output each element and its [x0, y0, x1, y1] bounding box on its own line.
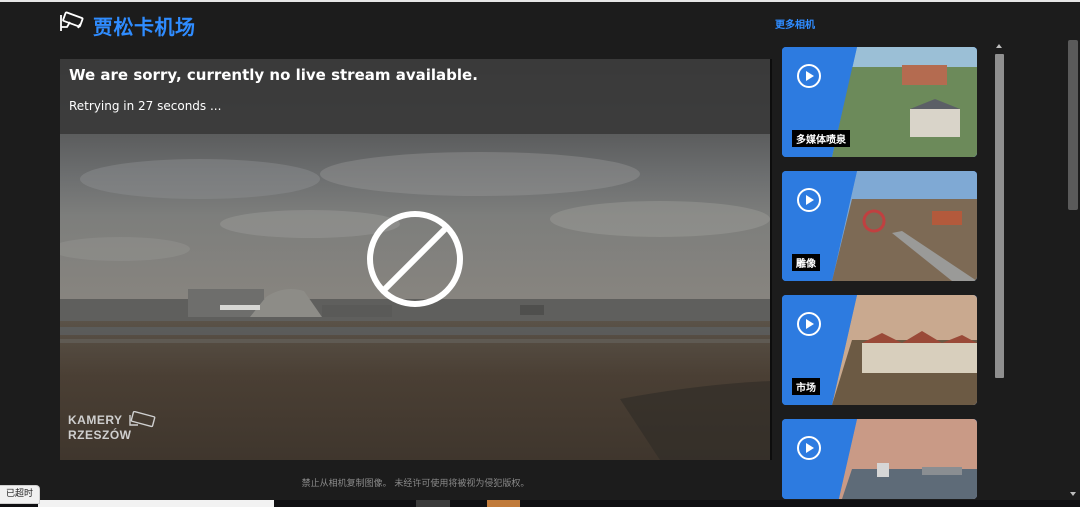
- taskbar-segment: [38, 500, 274, 507]
- copyright-note: 禁止从相机复制图像。 未经许可使用将被视为侵犯版权。: [301, 479, 530, 489]
- svg-text:KAMERY: KAMERY: [68, 413, 123, 427]
- player-divider: [770, 59, 772, 460]
- scroll-down-arrow-icon[interactable]: [1070, 492, 1076, 496]
- kamery-rzeszow-logo: KAMERY RZESZÓW: [68, 410, 168, 445]
- camera-icon: [60, 11, 84, 31]
- taskbar-segment: [416, 500, 450, 507]
- retry-countdown: Retrying in 27 seconds ...: [69, 99, 222, 113]
- camera-label: 多媒体喷泉: [792, 130, 850, 147]
- camera-card-city[interactable]: [782, 419, 977, 499]
- camera-card-market[interactable]: 市场: [782, 295, 977, 405]
- page-scroll-thumb[interactable]: [1068, 40, 1078, 210]
- svg-text:RZESZÓW: RZESZÓW: [68, 427, 132, 442]
- taskbar-segment: [487, 500, 520, 507]
- status-tooltip: 已超时: [0, 485, 41, 504]
- play-icon: [797, 312, 821, 336]
- play-icon: [797, 188, 821, 212]
- play-icon: [797, 436, 821, 460]
- brand[interactable]: 贾松卡机场: [57, 8, 196, 42]
- site-title: 贾松卡机场: [93, 14, 196, 39]
- camera-list-scroll-thumb[interactable]: [995, 54, 1004, 378]
- window-top-edge: [0, 0, 1080, 2]
- camera-label: 雕像: [792, 254, 820, 271]
- video-player[interactable]: We are sorry, currently no live stream a…: [60, 59, 771, 460]
- scroll-up-arrow-icon[interactable]: [996, 44, 1002, 48]
- camera-card-statue[interactable]: 雕像: [782, 171, 977, 281]
- error-title: We are sorry, currently no live stream a…: [69, 66, 478, 84]
- play-icon: [797, 64, 821, 88]
- more-cameras-link[interactable]: 更多相机: [775, 16, 815, 31]
- no-entry-icon: [367, 211, 463, 307]
- camera-card-fountain[interactable]: 多媒体喷泉: [782, 47, 977, 157]
- camera-label: 市场: [792, 378, 820, 395]
- error-banner: We are sorry, currently no live stream a…: [60, 59, 771, 134]
